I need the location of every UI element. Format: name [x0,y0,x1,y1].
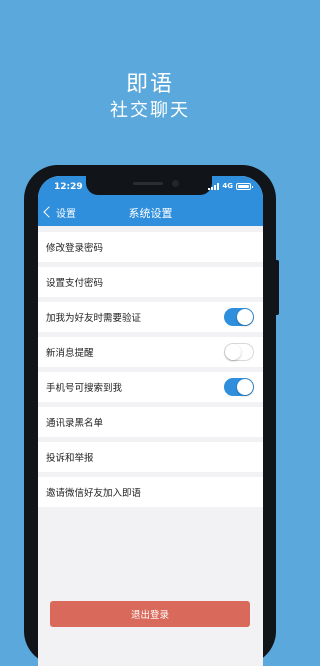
phone-side-button [276,260,279,315]
settings-item-label: 设置支付密码 [46,278,104,289]
app-header: 12:29 4G 设置 系统设置 [38,176,263,226]
camera-icon [172,180,179,187]
settings-item-label: 修改登录密码 [46,243,104,254]
friend-verification-toggle[interactable] [224,308,254,326]
settings-item-report[interactable]: 投诉和举报 [38,442,263,472]
logout-container: 退出登录 [50,601,250,627]
settings-item-new-message-alert: 新消息提醒 [38,337,263,367]
app-name: 即语 [125,72,174,97]
battery-icon [236,182,253,190]
settings-item-contacts-blacklist[interactable]: 通讯录黑名单 [38,407,263,437]
status-indicators: 4G [208,181,253,191]
settings-item-phone-searchable: 手机号可搜索到我 [38,372,263,402]
phone-searchable-toggle[interactable] [224,378,254,396]
phone-screen: 12:29 4G 设置 系统设置 修改登录密码 设置支付密码 加我为好友时需要验… [38,176,263,666]
page-title: 系统设置 [128,207,173,220]
settings-item-change-login-password[interactable]: 修改登录密码 [38,232,263,262]
settings-item-label: 加我为好友时需要验证 [46,313,142,324]
settings-item-label: 投诉和举报 [46,453,94,464]
settings-item-set-payment-password[interactable]: 设置支付密码 [38,267,263,297]
phone-notch [86,176,212,195]
speaker-grille [133,182,163,185]
network-type: 4G [222,182,233,190]
app-tagline: 社交聊天 [110,100,190,121]
settings-item-invite-wechat-friends[interactable]: 邀请微信好友加入即语 [38,477,263,507]
phone-frame: 12:29 4G 设置 系统设置 修改登录密码 设置支付密码 加我为好友时需要验… [24,165,279,666]
new-message-alert-toggle[interactable] [224,343,254,361]
settings-item-label: 邀请微信好友加入即语 [46,488,142,499]
signal-icon [208,182,220,190]
settings-item-label: 新消息提醒 [46,348,94,359]
promo-header: 即语 社交聊天 [0,0,300,160]
settings-item-friend-verification: 加我为好友时需要验证 [38,302,263,332]
settings-item-label: 手机号可搜索到我 [46,383,123,394]
logout-button[interactable]: 退出登录 [50,601,250,627]
settings-item-label: 通讯录黑名单 [46,418,104,429]
status-time: 12:29 [54,182,83,192]
